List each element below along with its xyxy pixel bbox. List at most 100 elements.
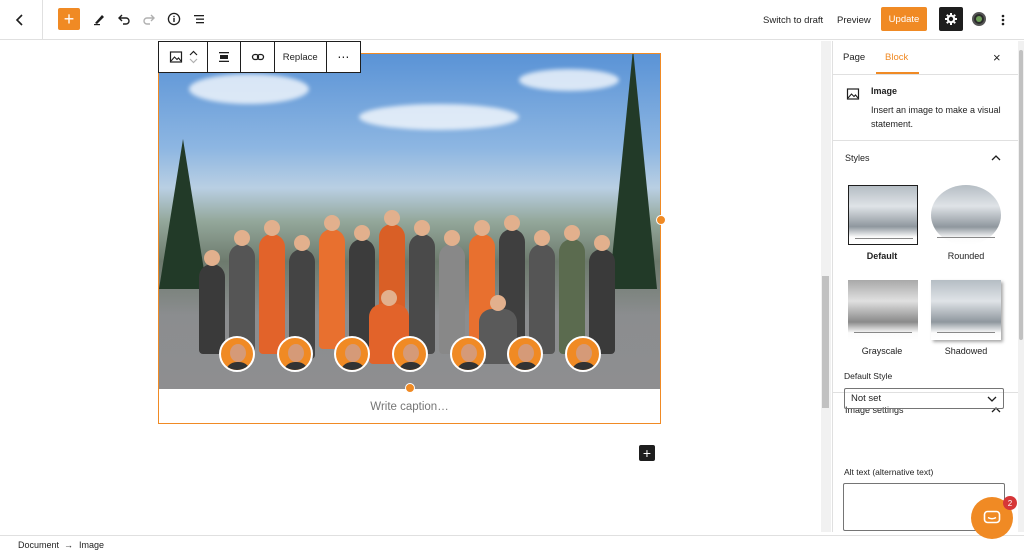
style-grayscale[interactable] [848,280,918,340]
header-divider [42,0,43,40]
cloud [519,69,619,91]
back-chevron-icon [15,14,23,26]
undo-icon [118,14,130,25]
style-grayscale-label: Grayscale [861,346,903,356]
face [490,295,506,311]
breadcrumb-separator: → [64,540,73,550]
plus-icon: + [63,8,75,29]
team-avatar [392,336,428,372]
sidebar-scrollbar-thumb[interactable] [1019,50,1023,340]
face [234,230,250,246]
image-block[interactable]: Write caption… [158,53,661,424]
style-shadowed-label: Shadowed [944,346,988,356]
chevron-up-icon[interactable] [991,155,1001,161]
settings-button[interactable] [939,7,963,31]
editor-header: + Switch to draft Preview Update [0,0,1024,40]
face [354,225,370,241]
redo-icon [143,14,155,25]
close-sidebar-button[interactable]: × [993,50,1001,65]
breadcrumb-document[interactable]: Document [18,540,59,550]
face [504,215,520,231]
default-style-select[interactable]: Not set [844,388,1004,409]
chat-icon [983,510,1001,524]
style-preview [848,280,918,340]
block-card: Image Insert an image to make a visual s… [833,75,1018,141]
redo-button[interactable] [138,8,160,30]
chevron-down-icon[interactable] [189,58,198,64]
face [444,230,460,246]
caption-input[interactable]: Write caption… [159,401,660,413]
styles-panel-title: Styles [845,153,870,163]
move-controls[interactable] [189,50,198,64]
face [294,235,310,251]
breadcrumb-image[interactable]: Image [79,540,104,550]
plugin-avatar[interactable] [972,12,986,26]
face [324,215,340,231]
options-button[interactable] [996,8,1010,32]
styles-panel-header[interactable]: Styles [833,141,1018,175]
editor-scrollbar-thumb[interactable] [822,276,829,408]
tab-page[interactable]: Page [843,52,865,63]
gear-icon [945,13,957,25]
replace-button[interactable]: Replace [275,42,327,72]
undo-button[interactable] [113,8,135,30]
add-block-button[interactable]: + [58,8,80,30]
style-preview [848,185,918,245]
kebab-icon [1001,14,1005,26]
chat-unread-badge: 2 [1003,496,1017,510]
breadcrumb: Document → Image [0,535,1024,551]
image-icon [169,51,182,63]
face [414,220,430,236]
block-type-switcher[interactable] [159,42,209,72]
block-toolbar: Replace ⋯ [158,41,361,73]
style-rounded-label: Rounded [947,251,985,261]
pen-icon [94,15,104,26]
more-options-button[interactable]: ⋯ [327,42,360,72]
plus-icon: + [642,445,652,461]
face [474,220,490,236]
block-card-title: Image [871,86,898,96]
team-avatar [450,336,486,372]
team-photo[interactable] [159,54,660,389]
style-default-label: Default [866,251,898,261]
tab-block[interactable]: Block [885,52,908,63]
preview-button[interactable]: Preview [837,8,871,32]
style-shadowed[interactable] [931,280,1001,340]
update-button[interactable]: Update [881,7,927,31]
chevron-up-icon[interactable] [189,50,198,56]
team-avatars [159,336,660,376]
style-rounded[interactable] [931,185,1001,245]
style-preview [931,280,1001,340]
info-icon [167,12,181,26]
cloud [359,104,519,130]
block-card-description: Insert an image to make a visual stateme… [871,105,1001,129]
link-button[interactable] [241,42,275,72]
style-default[interactable] [848,185,918,245]
sidebar-tabs: Page Block × [833,41,1018,75]
resize-handle-right[interactable] [656,215,666,225]
default-style-value: Not set [851,393,882,404]
back-button[interactable] [8,8,32,32]
style-preview [931,185,1001,245]
active-tab-indicator [876,72,919,74]
cloud [189,74,309,104]
team-avatar [219,336,255,372]
face [594,235,610,251]
alt-text-label: Alt text (alternative text) [844,467,934,477]
details-button[interactable] [163,8,185,30]
block-inserter-button[interactable]: + [639,445,655,461]
chevron-down-icon [987,396,997,402]
list-view-button[interactable] [188,8,210,30]
align-button[interactable] [208,42,242,72]
switch-to-draft-button[interactable]: Switch to draft [763,8,823,32]
face [384,210,400,226]
team-avatar [277,336,313,372]
team-avatar [334,336,370,372]
face [564,225,580,241]
settings-sidebar: Page Block × Image Insert an image to ma… [832,41,1018,532]
link-icon [251,53,264,61]
resize-handle-bottom[interactable] [405,383,415,393]
tools-button[interactable] [88,8,110,30]
list-view-icon [194,15,204,24]
default-style-label: Default Style [844,371,893,381]
